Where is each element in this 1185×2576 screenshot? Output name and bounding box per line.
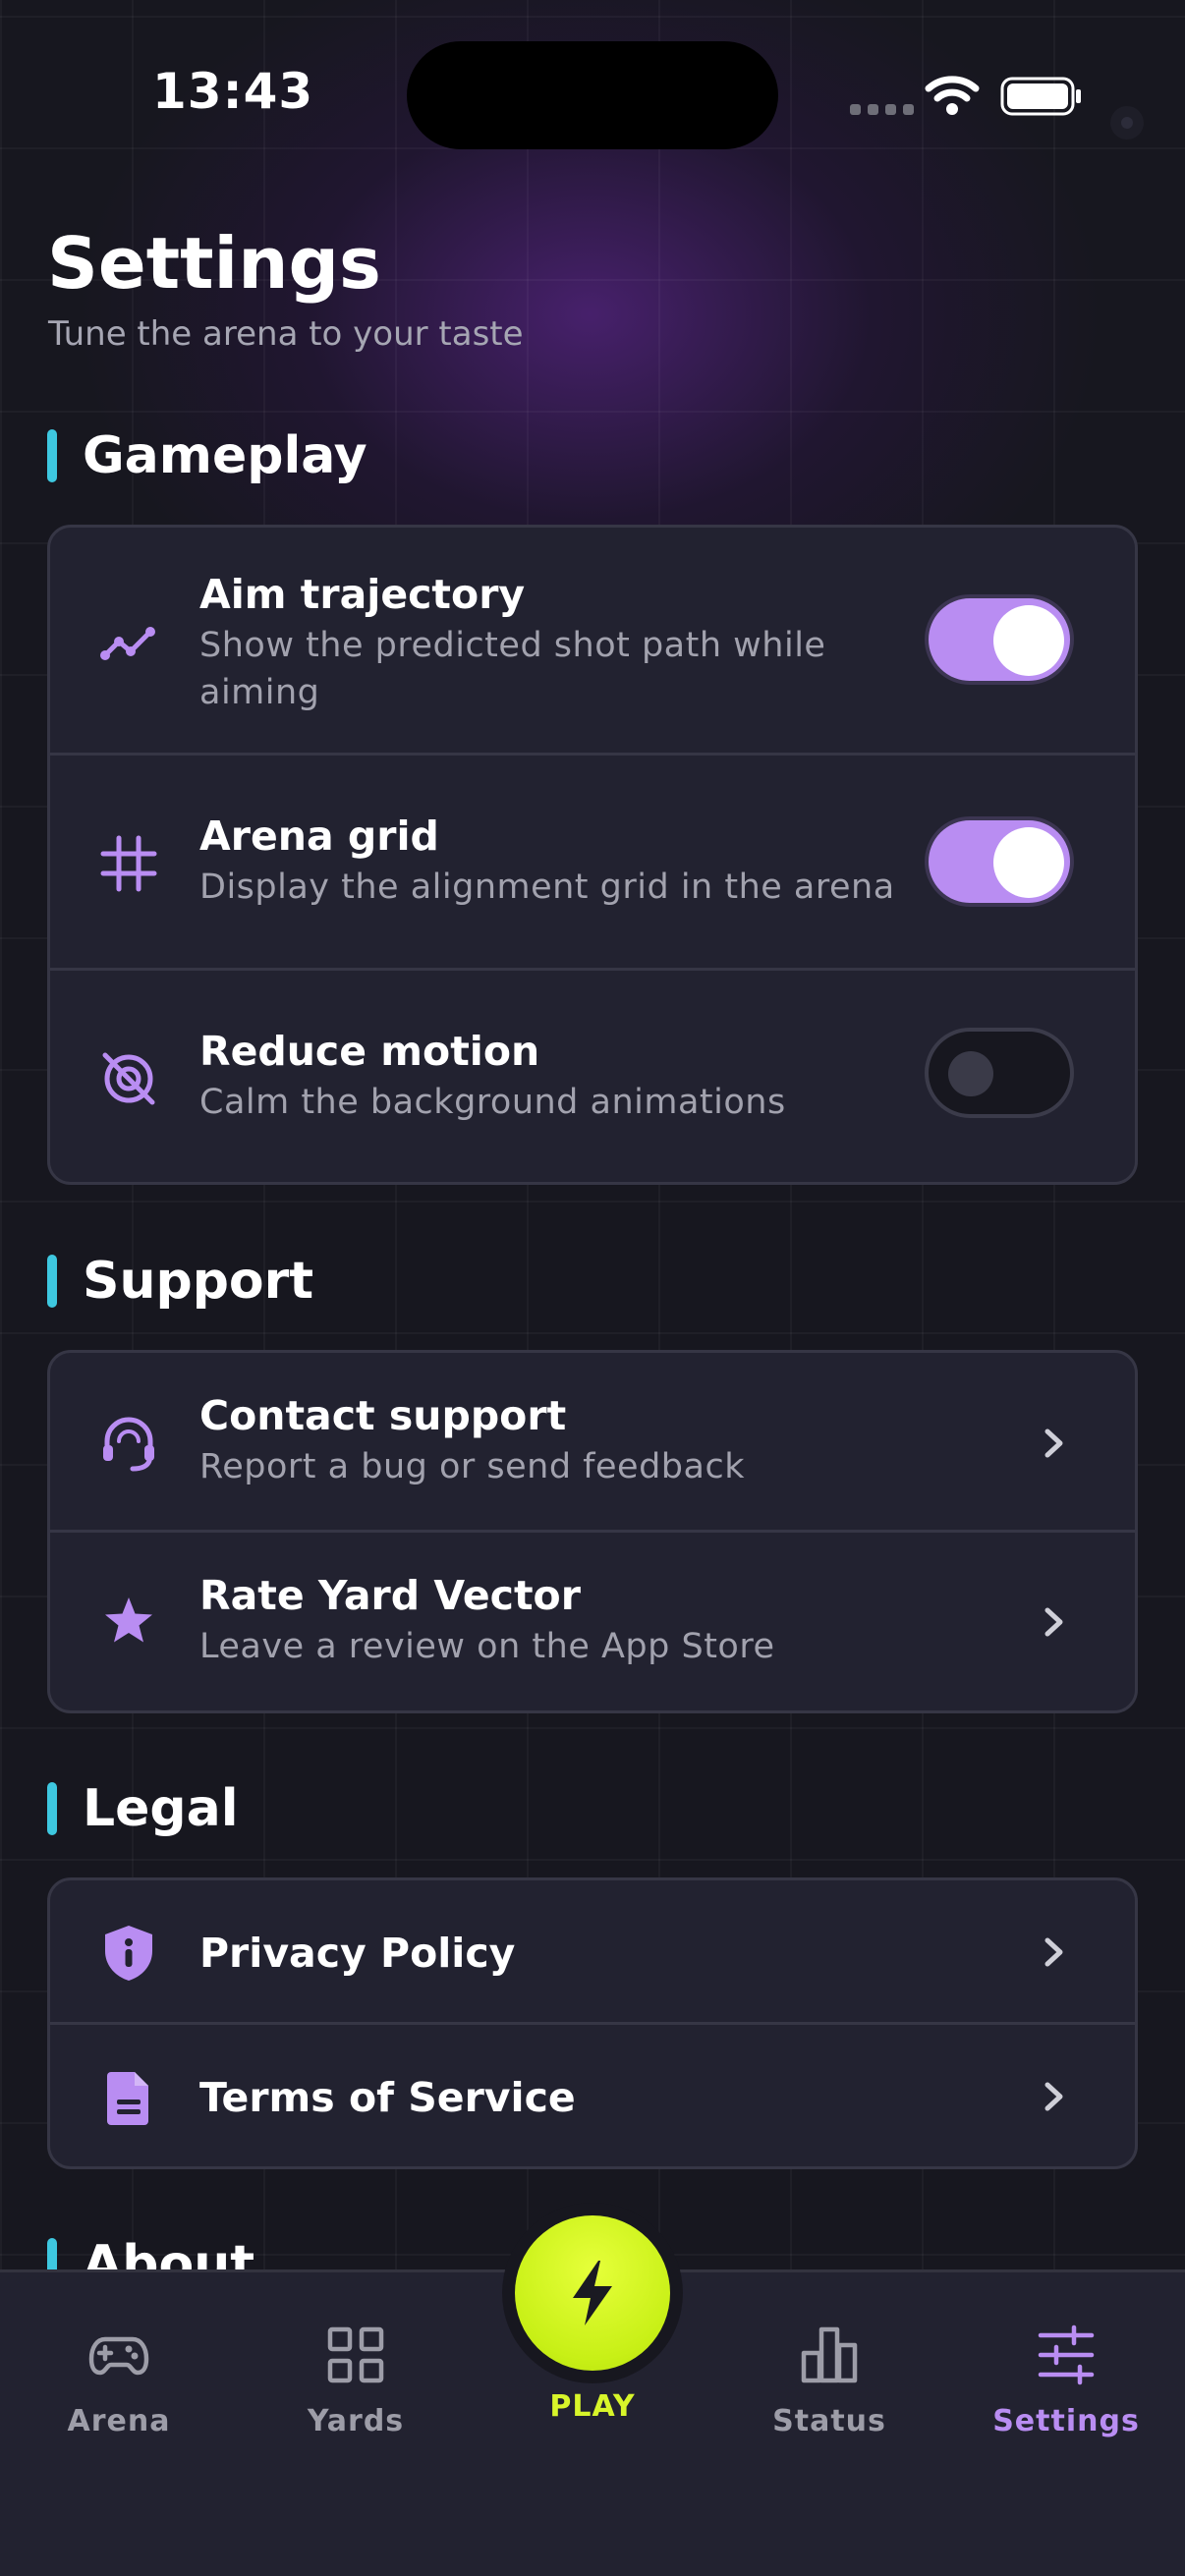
cellular-signal-icon xyxy=(850,104,914,115)
reduce-motion-toggle[interactable] xyxy=(925,1028,1074,1118)
chevron-right-icon xyxy=(1044,1428,1063,1458)
motion-off-icon xyxy=(102,1052,155,1105)
setting-title: Reduce motion xyxy=(199,1028,540,1075)
legal-title: Privacy Policy xyxy=(199,1930,516,1977)
section-header-legal: Legal xyxy=(47,1779,239,1838)
tab-arena[interactable]: Arena xyxy=(21,2324,217,2438)
section-header-support: Support xyxy=(47,1252,314,1311)
support-description: Report a bug or send feedback xyxy=(199,1447,745,1486)
play-button[interactable] xyxy=(515,2215,670,2371)
section-accent-bar xyxy=(47,429,57,482)
toggle-knob xyxy=(948,1051,993,1096)
section-label: Legal xyxy=(83,1779,239,1838)
setting-row-arena-grid[interactable]: Arena grid Display the alignment grid in… xyxy=(50,756,1135,971)
headset-icon xyxy=(103,1417,154,1472)
grid-icon xyxy=(100,835,157,892)
tab-settings[interactable]: Settings xyxy=(968,2324,1164,2438)
toggle-knob xyxy=(993,827,1064,898)
setting-row-aim-trajectory[interactable]: Aim trajectory Show the predicted shot p… xyxy=(50,528,1135,756)
dynamic-island xyxy=(407,41,778,149)
support-row-contact[interactable]: Contact support Report a bug or send fee… xyxy=(50,1353,1135,1533)
support-card: Contact support Report a bug or send fee… xyxy=(47,1350,1138,1713)
aim-trajectory-toggle[interactable] xyxy=(925,594,1074,685)
bar-chart-icon xyxy=(801,2326,858,2383)
section-header-gameplay: Gameplay xyxy=(47,426,367,485)
section-label: Gameplay xyxy=(83,426,367,485)
section-accent-bar xyxy=(47,1255,57,1308)
tab-label: Yards xyxy=(307,2404,405,2438)
star-icon xyxy=(105,1597,152,1643)
chevron-right-icon xyxy=(1044,2082,1063,2111)
sliders-icon xyxy=(1038,2324,1095,2385)
support-description: Leave a review on the App Store xyxy=(199,1627,775,1666)
support-title: Contact support xyxy=(199,1392,567,1439)
setting-description: Display the alignment grid in the arena xyxy=(199,868,895,907)
status-time: 13:43 xyxy=(152,63,314,120)
tab-label: Status xyxy=(772,2404,886,2438)
setting-description-continued: aiming xyxy=(199,673,320,712)
arena-grid-toggle[interactable] xyxy=(925,816,1074,907)
camera-indicator xyxy=(1110,106,1144,140)
setting-title: Aim trajectory xyxy=(199,571,526,618)
gameplay-card: Aim trajectory Show the predicted shot p… xyxy=(47,525,1138,1185)
setting-title: Arena grid xyxy=(199,812,439,860)
tab-label: Settings xyxy=(992,2404,1140,2438)
page-title: Settings xyxy=(47,222,381,305)
legal-row-privacy[interactable]: Privacy Policy xyxy=(50,1880,1135,2025)
chevron-right-icon xyxy=(1044,1937,1063,1967)
section-accent-bar xyxy=(47,1782,57,1835)
play-label: PLAY xyxy=(549,2389,636,2424)
setting-description: Show the predicted shot path while xyxy=(199,626,826,665)
support-title: Rate Yard Vector xyxy=(199,1572,581,1619)
tab-yards[interactable]: Yards xyxy=(257,2324,454,2438)
wifi-icon xyxy=(925,76,980,115)
setting-row-reduce-motion[interactable]: Reduce motion Calm the background animat… xyxy=(50,971,1135,1182)
gamepad-icon xyxy=(88,2336,149,2376)
support-row-rate[interactable]: Rate Yard Vector Leave a review on the A… xyxy=(50,1533,1135,1710)
section-label: Support xyxy=(83,1252,314,1311)
lightning-icon xyxy=(573,2261,612,2325)
document-icon xyxy=(107,2072,148,2125)
grid-squares-icon xyxy=(327,2326,384,2383)
page-subtitle: Tune the arena to your taste xyxy=(48,314,524,354)
toggle-knob xyxy=(993,605,1064,676)
setting-description: Calm the background animations xyxy=(199,1083,786,1122)
legal-card: Privacy Policy Terms of Service xyxy=(47,1877,1138,2169)
shield-info-icon xyxy=(105,1926,152,1981)
battery-icon xyxy=(1000,77,1081,116)
legal-row-terms[interactable]: Terms of Service xyxy=(50,2025,1135,2166)
settings-screen: 13:43 Settings Tune the arena to your ta… xyxy=(0,0,1185,2576)
tab-status[interactable]: Status xyxy=(731,2324,928,2438)
trajectory-icon xyxy=(100,627,155,660)
chevron-right-icon xyxy=(1044,1607,1063,1637)
legal-title: Terms of Service xyxy=(199,2074,576,2121)
tab-label: Arena xyxy=(67,2404,171,2438)
